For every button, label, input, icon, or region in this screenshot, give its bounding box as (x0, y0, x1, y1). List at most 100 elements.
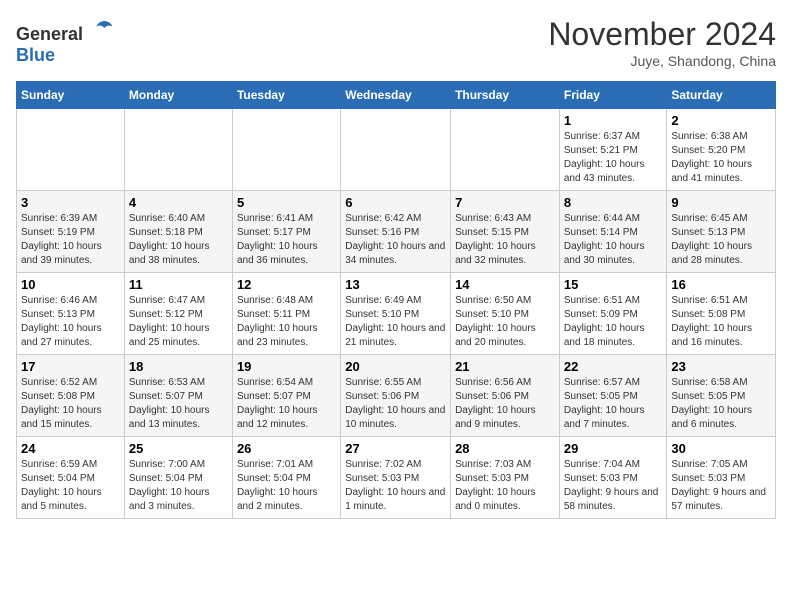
table-row: 20 Sunrise: 6:55 AM Sunset: 5:06 PM Dayli… (341, 355, 451, 437)
table-row: 3 Sunrise: 6:39 AM Sunset: 5:19 PM Daylig… (17, 191, 125, 273)
day-info: Sunrise: 6:57 AM Sunset: 5:05 PM Dayligh… (564, 376, 663, 432)
day-number: 29 (564, 441, 663, 456)
day-info: Sunrise: 6:46 AM Sunset: 5:13 PM Dayligh… (21, 294, 120, 350)
day-number: 11 (129, 277, 228, 292)
day-info: Sunrise: 6:40 AM Sunset: 5:18 PM Dayligh… (129, 212, 228, 268)
table-row: 7 Sunrise: 6:43 AM Sunset: 5:15 PM Daylig… (451, 191, 560, 273)
header-wednesday: Wednesday (341, 82, 451, 109)
day-info: Sunrise: 7:03 AM Sunset: 5:03 PM Dayligh… (455, 458, 555, 514)
day-info: Sunrise: 7:02 AM Sunset: 5:03 PM Dayligh… (345, 458, 446, 514)
day-number: 13 (345, 277, 446, 292)
table-row: 19Sunrise: 6:54 AM Sunset: 5:07 PM Dayli… (232, 355, 340, 437)
logo-bird-icon (90, 16, 114, 40)
table-row: 13Sunrise: 6:49 AM Sunset: 5:10 PM Dayli… (341, 273, 451, 355)
day-number: 22 (564, 359, 663, 374)
day-info: Sunrise: 6:48 AM Sunset: 5:11 PM Dayligh… (237, 294, 336, 350)
week-row-3: 10Sunrise: 6:46 AM Sunset: 5:13 PM Dayli… (17, 273, 776, 355)
day-info: Sunrise: 6:55 AM Sunset: 5:06 PM Dayligh… (345, 376, 446, 432)
day-info: Sunrise: 6:39 AM Sunset: 5:19 PM Dayligh… (21, 212, 120, 268)
day-number: 9 (671, 195, 771, 210)
logo-text: General Blue (16, 16, 114, 66)
day-number: 8 (564, 195, 663, 210)
month-title: November 2024 (548, 16, 776, 53)
day-number: 27 (345, 441, 446, 456)
header-monday: Monday (124, 82, 232, 109)
header-friday: Friday (559, 82, 667, 109)
table-row: 29Sunrise: 7:04 AM Sunset: 5:03 PM Dayli… (559, 437, 667, 519)
day-number: 18 (129, 359, 228, 374)
table-row: 11 Sunrise: 6:47 AM Sunset: 5:12 PM Dayli… (124, 273, 232, 355)
day-info: Sunrise: 6:47 AM Sunset: 5:12 PM Dayligh… (129, 294, 228, 350)
day-number: 23 (671, 359, 771, 374)
table-row: 5Sunrise: 6:41 AM Sunset: 5:17 PM Daylig… (232, 191, 340, 273)
day-number: 7 (455, 195, 555, 210)
day-info: Sunrise: 6:51 AM Sunset: 5:09 PM Dayligh… (564, 294, 663, 350)
calendar-table: Sunday Monday Tuesday Wednesday Thursday… (16, 81, 776, 519)
week-row-5: 24Sunrise: 6:59 AM Sunset: 5:04 PM Dayli… (17, 437, 776, 519)
day-info: Sunrise: 6:38 AM Sunset: 5:20 PM Dayligh… (671, 130, 771, 186)
day-number: 25 (129, 441, 228, 456)
day-number: 21 (455, 359, 555, 374)
day-number: 24 (21, 441, 120, 456)
table-row (17, 109, 125, 191)
table-row: 15Sunrise: 6:51 AM Sunset: 5:09 PM Dayli… (559, 273, 667, 355)
table-row: 23Sunrise: 6:58 AM Sunset: 5:05 PM Dayli… (667, 355, 776, 437)
day-number: 19 (237, 359, 336, 374)
day-number: 17 (21, 359, 120, 374)
header-tuesday: Tuesday (232, 82, 340, 109)
weekday-header-row: Sunday Monday Tuesday Wednesday Thursday… (17, 82, 776, 109)
day-number: 16 (671, 277, 771, 292)
table-row: 24Sunrise: 6:59 AM Sunset: 5:04 PM Dayli… (17, 437, 125, 519)
page-header: General Blue November 2024 Juye, Shandon… (16, 16, 776, 69)
day-info: Sunrise: 7:00 AM Sunset: 5:04 PM Dayligh… (129, 458, 228, 514)
day-number: 26 (237, 441, 336, 456)
day-info: Sunrise: 7:01 AM Sunset: 5:04 PM Dayligh… (237, 458, 336, 514)
week-row-2: 3 Sunrise: 6:39 AM Sunset: 5:19 PM Daylig… (17, 191, 776, 273)
table-row: 26 Sunrise: 7:01 AM Sunset: 5:04 PM Dayli… (232, 437, 340, 519)
day-number: 3 (21, 195, 120, 210)
day-info: Sunrise: 6:45 AM Sunset: 5:13 PM Dayligh… (671, 212, 771, 268)
table-row: 28 Sunrise: 7:03 AM Sunset: 5:03 PM Dayli… (451, 437, 560, 519)
day-info: Sunrise: 6:51 AM Sunset: 5:08 PM Dayligh… (671, 294, 771, 350)
day-number: 20 (345, 359, 446, 374)
day-info: Sunrise: 6:44 AM Sunset: 5:14 PM Dayligh… (564, 212, 663, 268)
header-thursday: Thursday (451, 82, 560, 109)
table-row (232, 109, 340, 191)
table-row: 25 Sunrise: 7:00 AM Sunset: 5:04 PM Dayli… (124, 437, 232, 519)
day-info: Sunrise: 6:37 AM Sunset: 5:21 PM Dayligh… (564, 130, 663, 186)
table-row (124, 109, 232, 191)
day-info: Sunrise: 6:43 AM Sunset: 5:15 PM Dayligh… (455, 212, 555, 268)
table-row: 1 Sunrise: 6:37 AM Sunset: 5:21 PM Daylig… (559, 109, 667, 191)
table-row: 17Sunrise: 6:52 AM Sunset: 5:08 PM Dayli… (17, 355, 125, 437)
table-row: 12Sunrise: 6:48 AM Sunset: 5:11 PM Dayli… (232, 273, 340, 355)
table-row: 2 Sunrise: 6:38 AM Sunset: 5:20 PM Daylig… (667, 109, 776, 191)
header-sunday: Sunday (17, 82, 125, 109)
day-info: Sunrise: 6:56 AM Sunset: 5:06 PM Dayligh… (455, 376, 555, 432)
table-row: 8 Sunrise: 6:44 AM Sunset: 5:14 PM Daylig… (559, 191, 667, 273)
logo: General Blue (16, 16, 114, 66)
header-saturday: Saturday (667, 82, 776, 109)
week-row-1: 1 Sunrise: 6:37 AM Sunset: 5:21 PM Daylig… (17, 109, 776, 191)
day-number: 30 (671, 441, 771, 456)
week-row-4: 17Sunrise: 6:52 AM Sunset: 5:08 PM Dayli… (17, 355, 776, 437)
day-number: 14 (455, 277, 555, 292)
day-number: 28 (455, 441, 555, 456)
day-number: 2 (671, 113, 771, 128)
logo-blue: Blue (16, 45, 55, 65)
day-info: Sunrise: 6:42 AM Sunset: 5:16 PM Dayligh… (345, 212, 446, 268)
table-row (451, 109, 560, 191)
table-row (341, 109, 451, 191)
day-number: 6 (345, 195, 446, 210)
location: Juye, Shandong, China (548, 53, 776, 69)
table-row: 4Sunrise: 6:40 AM Sunset: 5:18 PM Daylig… (124, 191, 232, 273)
table-row: 9 Sunrise: 6:45 AM Sunset: 5:13 PM Daylig… (667, 191, 776, 273)
table-row: 6 Sunrise: 6:42 AM Sunset: 5:16 PM Daylig… (341, 191, 451, 273)
table-row: 27 Sunrise: 7:02 AM Sunset: 5:03 PM Dayli… (341, 437, 451, 519)
table-row: 10Sunrise: 6:46 AM Sunset: 5:13 PM Dayli… (17, 273, 125, 355)
table-row: 21 Sunrise: 6:56 AM Sunset: 5:06 PM Dayli… (451, 355, 560, 437)
day-info: Sunrise: 6:53 AM Sunset: 5:07 PM Dayligh… (129, 376, 228, 432)
day-info: Sunrise: 6:50 AM Sunset: 5:10 PM Dayligh… (455, 294, 555, 350)
day-number: 5 (237, 195, 336, 210)
logo-general: General (16, 24, 83, 44)
day-number: 1 (564, 113, 663, 128)
